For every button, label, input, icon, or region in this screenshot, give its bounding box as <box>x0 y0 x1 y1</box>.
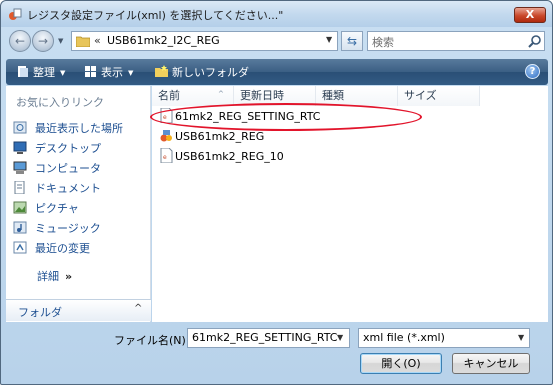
file-name: USB61mk2_REG_10 <box>175 150 284 163</box>
nav-link-label: コンピュータ <box>35 162 101 175</box>
nav-link-label: デスクトップ <box>35 142 101 155</box>
help-icon[interactable]: ? <box>525 64 540 79</box>
sort-caret-icon: ^ <box>218 90 224 98</box>
search-input[interactable]: 検索 <box>367 31 545 51</box>
double-chevron-icon: » <box>65 270 73 283</box>
forward-button[interactable]: → <box>32 30 54 52</box>
organize-icon <box>18 66 28 77</box>
view-icon <box>85 66 96 77</box>
folder-icon <box>76 36 90 47</box>
navigation-pane: お気に入りリンク 最近表示した場所 デスクトップ コンピュータ ドキュメント ピ… <box>6 86 151 322</box>
organize-menu[interactable]: 整理 ▼ <box>16 64 65 80</box>
desktop-icon <box>13 141 27 154</box>
pictures-icon <box>13 201 27 214</box>
search-icon[interactable] <box>528 34 542 48</box>
chevron-down-icon: ▼ <box>128 69 134 77</box>
refresh-icon: ⇆ <box>346 34 358 48</box>
chevron-down-icon[interactable]: ▼ <box>337 333 343 342</box>
chevron-down-icon: ▼ <box>60 69 66 77</box>
xml-file-icon: e <box>160 148 173 163</box>
nav-link-pictures[interactable]: ピクチャ <box>13 200 79 218</box>
nav-link-computer[interactable]: コンピュータ <box>13 160 101 178</box>
nav-link-recent-changes[interactable]: 最近の変更 <box>13 240 90 258</box>
forward-arrow-icon: → <box>37 34 49 48</box>
music-icon <box>13 221 27 234</box>
filetype-select[interactable]: xml file (*.xml) ▼ <box>358 328 530 348</box>
column-header-label: サイズ <box>404 89 437 102</box>
column-header-name[interactable]: 名前 ^ <box>152 86 234 106</box>
details-link[interactable]: 詳細 » <box>37 268 72 284</box>
folders-label: フォルダ <box>18 306 62 319</box>
column-header-label: 種類 <box>322 89 344 102</box>
svg-text:e: e <box>163 154 167 161</box>
back-button[interactable]: ← <box>9 30 31 52</box>
new-folder-button[interactable]: 新しいフォルダ <box>155 64 249 80</box>
history-dropdown-icon[interactable]: ▼ <box>58 37 63 45</box>
open-file-dialog: レジスタ設定ファイル(xml) を選択してください..." X ← → ▼ « … <box>0 0 553 385</box>
file-row[interactable]: e USB61mk2_REG_10 <box>160 148 284 166</box>
file-row[interactable]: e 61mk2_REG_SETTING_RTC <box>150 103 422 131</box>
recent-changes-icon <box>13 241 27 254</box>
column-header-label: 名前 <box>158 89 180 102</box>
title-bar[interactable]: レジスタ設定ファイル(xml) を選択してください..." X <box>1 1 552 27</box>
chevron-down-icon[interactable]: ▼ <box>518 333 524 342</box>
nav-link-label: ピクチャ <box>35 202 79 215</box>
command-bar: 整理 ▼ 表示 ▼ 新しいフォルダ ? <box>6 59 548 85</box>
nav-link-label: ミュージック <box>35 222 101 235</box>
computer-icon <box>13 161 27 174</box>
new-folder-icon <box>155 65 168 77</box>
search-placeholder: 検索 <box>372 36 394 49</box>
filename-value[interactable]: 61mk2_REG_SETTING_RTC <box>192 331 337 344</box>
organize-label: 整理 <box>33 66 55 79</box>
file-list: 名前 ^ 更新日時 種類 サイズ e 61mk2_REG_SETTING_RTC … <box>150 86 548 322</box>
app-icon <box>9 8 22 20</box>
file-row[interactable]: USB61mk2_REG <box>160 128 264 146</box>
column-header-label: 更新日時 <box>240 89 284 102</box>
address-path[interactable]: USB61mk2_I2C_REG <box>107 34 220 47</box>
favorites-heading: お気に入りリンク <box>16 96 104 109</box>
cancel-button[interactable]: キャンセル <box>452 353 530 374</box>
nav-link-label: 最近表示した場所 <box>35 122 123 135</box>
nav-link-desktop[interactable]: デスクトップ <box>13 140 101 158</box>
address-chevron[interactable]: « <box>94 34 101 47</box>
filetype-value: xml file (*.xml) <box>363 331 445 344</box>
application-icon <box>160 130 172 142</box>
chevron-down-icon[interactable]: ▼ <box>326 35 332 44</box>
filename-field[interactable]: 61mk2_REG_SETTING_RTC ▼ <box>187 328 350 348</box>
highlight-ellipse <box>150 103 422 131</box>
chevron-up-icon: ^ <box>134 303 143 314</box>
back-arrow-icon: ← <box>14 34 26 48</box>
nav-link-documents[interactable]: ドキュメント <box>13 180 101 198</box>
folders-toggle[interactable]: フォルダ ^ <box>6 299 151 321</box>
open-button[interactable]: 開く(O) <box>360 353 442 374</box>
window-title: レジスタ設定ファイル(xml) を選択してください..." <box>27 9 284 22</box>
view-label: 表示 <box>101 66 123 79</box>
close-button[interactable]: X <box>514 7 546 23</box>
nav-link-music[interactable]: ミュージック <box>13 220 101 238</box>
file-name: USB61mk2_REG <box>175 130 265 143</box>
details-label: 詳細 <box>37 270 59 283</box>
nav-link-label: ドキュメント <box>35 182 101 195</box>
new-folder-label: 新しいフォルダ <box>172 66 249 79</box>
refresh-button[interactable]: ⇆ <box>341 31 363 51</box>
address-bar[interactable]: « USB61mk2_I2C_REG ▼ <box>71 31 338 51</box>
recent-places-icon <box>13 121 27 134</box>
filename-label: ファイル名(N): <box>114 334 190 347</box>
nav-link-label: 最近の変更 <box>35 242 90 255</box>
column-header-size[interactable]: サイズ <box>398 86 480 106</box>
view-menu[interactable]: 表示 ▼ <box>84 64 133 80</box>
documents-icon <box>14 181 25 194</box>
nav-link-recent-places[interactable]: 最近表示した場所 <box>13 120 123 138</box>
